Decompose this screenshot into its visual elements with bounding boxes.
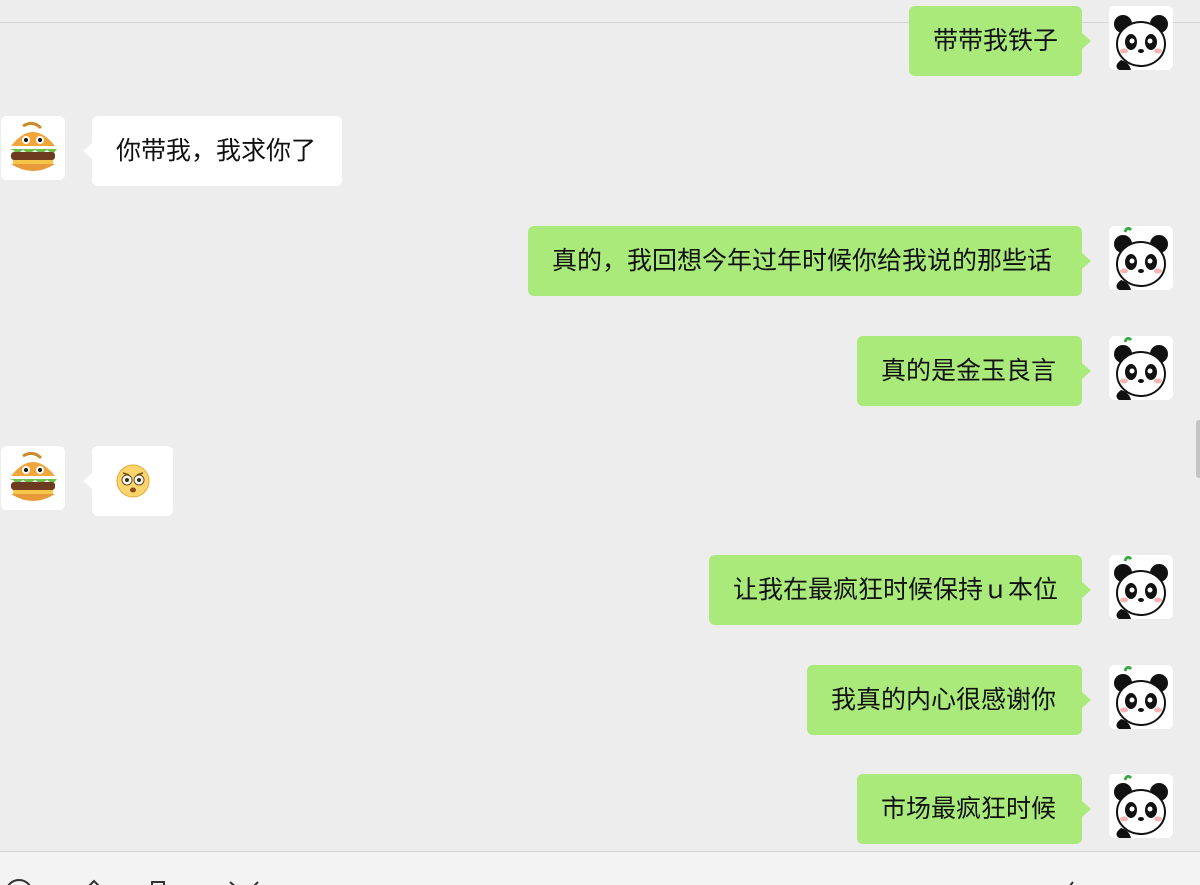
input-toolbar	[0, 851, 1200, 885]
chat-window: 带带我铁子 你带我，我求你了 真的，我回想今年过年时候你给我说的那些话 真的是金…	[0, 0, 1200, 885]
outgoing-message-bubble[interactable]: 真的是金玉良言	[857, 336, 1091, 406]
panda-icon	[1109, 6, 1173, 70]
panda-icon	[1109, 774, 1173, 838]
emoji-icon[interactable]	[4, 878, 34, 885]
favorites-icon[interactable]	[80, 878, 108, 885]
file-icon[interactable]	[150, 880, 174, 885]
scissors-icon[interactable]	[228, 880, 264, 885]
contact-avatar[interactable]	[1, 116, 65, 180]
outgoing-message-bubble[interactable]: 我真的内心很感谢你	[807, 665, 1091, 735]
panda-icon	[1109, 336, 1173, 400]
self-avatar[interactable]	[1109, 226, 1173, 290]
message-list[interactable]: 带带我铁子 你带我，我求你了 真的，我回想今年过年时候你给我说的那些话 真的是金…	[0, 0, 1200, 850]
flushed-face-emoji-icon	[116, 464, 150, 498]
self-avatar[interactable]	[1109, 336, 1173, 400]
self-avatar[interactable]	[1109, 6, 1173, 70]
self-avatar[interactable]	[1109, 555, 1173, 619]
panda-icon	[1109, 665, 1173, 729]
panda-icon	[1109, 555, 1173, 619]
scrollbar-thumb[interactable]	[1196, 420, 1200, 478]
burger-icon	[1, 116, 65, 180]
contact-avatar[interactable]	[1, 446, 65, 510]
outgoing-message-bubble[interactable]: 真的，我回想今年过年时候你给我说的那些话	[528, 226, 1091, 296]
outgoing-message-bubble[interactable]: 带带我铁子	[909, 6, 1091, 76]
incoming-message-bubble[interactable]: 你带我，我求你了	[83, 116, 342, 186]
chat-history-icon[interactable]	[1055, 878, 1079, 885]
burger-icon	[1, 446, 65, 510]
panda-icon	[1109, 226, 1173, 290]
outgoing-message-bubble[interactable]: 让我在最疯狂时候保持ｕ本位	[709, 555, 1091, 625]
self-avatar[interactable]	[1109, 774, 1173, 838]
self-avatar[interactable]	[1109, 665, 1173, 729]
incoming-emoji-bubble[interactable]	[83, 446, 173, 516]
outgoing-message-bubble[interactable]: 市场最疯狂时候	[857, 774, 1091, 844]
